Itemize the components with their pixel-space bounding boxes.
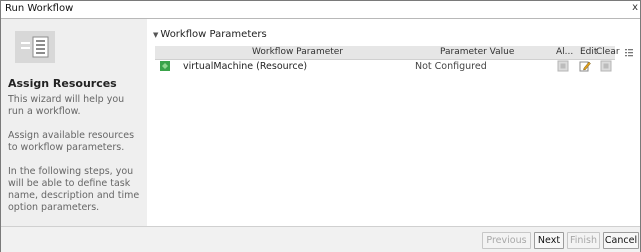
wizard-form-icon xyxy=(15,31,55,63)
run-workflow-dialog: Run Workflow x Assign Resources This wiz… xyxy=(0,0,641,252)
next-steps-text: In the following steps, you will be able… xyxy=(8,166,140,213)
section-title: Workflow Parameters xyxy=(160,29,267,40)
parameter-name[interactable]: virtualMachine (Resource) xyxy=(183,61,307,72)
main-content: ▼ Workflow Parameters Workflow Parameter … xyxy=(147,19,640,226)
previous-button[interactable]: Previous xyxy=(482,232,531,249)
assign-instructions-text: Assign available resources to workflow p… xyxy=(8,130,135,153)
collapse-triangle-icon[interactable]: ▼ xyxy=(153,31,158,39)
cancel-button[interactable]: Cancel xyxy=(603,232,639,249)
table-header: Workflow Parameter Parameter Value Al...… xyxy=(155,46,620,60)
button-bar: Previous Next Finish Cancel xyxy=(1,226,640,252)
column-header-parameter-value[interactable]: Parameter Value xyxy=(440,47,514,57)
window-title: Run Workflow xyxy=(5,3,74,14)
wizard-sidebar: Assign Resources This wizard will help y… xyxy=(1,19,147,226)
table-row[interactable]: virtualMachine (Resource) Not Configured xyxy=(155,59,615,74)
column-header-clear[interactable]: Clear xyxy=(596,47,620,57)
assign-icon[interactable] xyxy=(557,60,569,72)
column-header-al[interactable]: Al... xyxy=(556,47,573,57)
step-heading: Assign Resources xyxy=(8,77,117,90)
edit-icon[interactable] xyxy=(579,60,591,72)
resource-icon xyxy=(160,61,170,71)
next-button[interactable]: Next xyxy=(534,232,564,249)
title-bar: Run Workflow x xyxy=(1,1,640,19)
wizard-intro-text: This wizard will help you run a workflow… xyxy=(8,94,125,117)
workflow-parameters-section[interactable]: ▼ Workflow Parameters xyxy=(153,29,267,40)
column-header-edit[interactable]: Edit xyxy=(580,47,597,57)
column-header-workflow-parameter[interactable]: Workflow Parameter xyxy=(252,47,343,57)
parameter-value: Not Configured xyxy=(415,61,487,72)
clear-icon[interactable] xyxy=(600,60,612,72)
column-chooser-icon[interactable] xyxy=(624,47,634,57)
close-icon[interactable]: x xyxy=(632,2,638,13)
finish-button[interactable]: Finish xyxy=(567,232,600,249)
